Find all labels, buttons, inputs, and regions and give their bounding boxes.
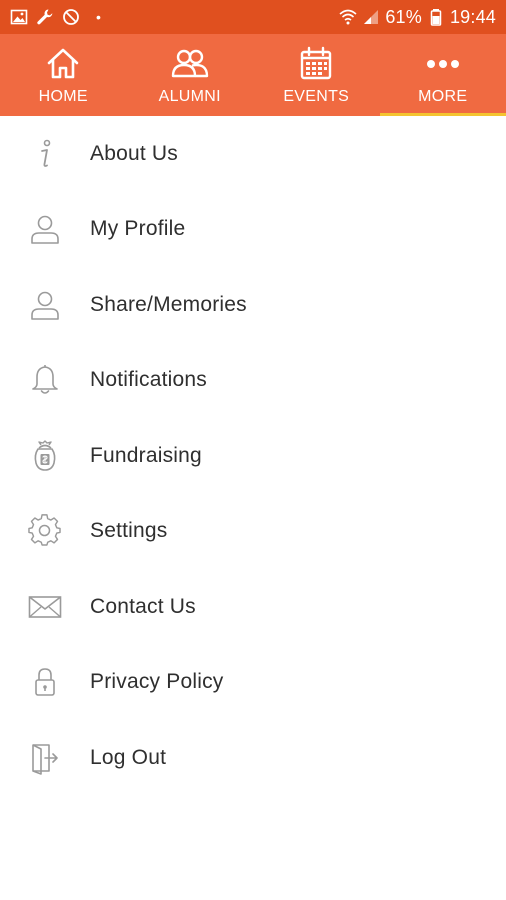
status-bar-right: 61% 19:44 <box>339 7 496 28</box>
signal-icon <box>362 8 380 26</box>
menu-item-settings[interactable]: Settings <box>0 494 506 570</box>
menu-label-notifications: Notifications <box>90 368 207 392</box>
gear-icon <box>0 494 90 570</box>
status-bar-left: • <box>10 8 101 26</box>
wifi-icon <box>339 8 357 26</box>
home-icon <box>43 44 83 84</box>
clock: 19:44 <box>449 6 496 27</box>
tab-home-label: HOME <box>38 88 88 105</box>
menu-label-share-memories: Share/Memories <box>90 292 247 316</box>
tab-events-label: EVENTS <box>283 88 350 105</box>
calendar-icon <box>296 44 336 84</box>
no-disturb-icon <box>62 8 80 26</box>
tab-more[interactable]: MORE <box>379 34 506 116</box>
fundraising-icon <box>0 418 90 494</box>
menu-label-about-us: About Us <box>90 141 178 165</box>
tab-alumni[interactable]: ALUMNI <box>127 34 254 116</box>
wrench-icon <box>36 8 54 26</box>
alumni-icon <box>170 44 210 84</box>
menu-label-contact-us: Contact Us <box>90 594 196 618</box>
menu-label-my-profile: My Profile <box>90 217 186 241</box>
menu-label-settings: Settings <box>90 519 168 543</box>
menu-item-privacy-policy[interactable]: Privacy Policy <box>0 645 506 721</box>
menu-item-my-profile[interactable]: My Profile <box>0 192 506 268</box>
info-icon <box>0 116 90 192</box>
more-menu-list: About Us My Profile Share/Memories Notif… <box>0 116 506 796</box>
tab-events[interactable]: EVENTS <box>253 34 380 116</box>
tab-home[interactable]: HOME <box>0 34 127 116</box>
battery-icon <box>427 8 445 26</box>
lock-icon <box>0 645 90 721</box>
status-bar: • 61% 19:44 <box>0 0 506 34</box>
menu-item-notifications[interactable]: Notifications <box>0 343 506 419</box>
memories-icon <box>0 267 90 343</box>
menu-item-contact-us[interactable]: Contact Us <box>0 569 506 645</box>
notification-dot: • <box>96 9 101 25</box>
menu-item-log-out[interactable]: Log Out <box>0 720 506 796</box>
envelope-icon <box>0 569 90 645</box>
menu-label-log-out: Log Out <box>90 745 167 769</box>
menu-label-fundraising: Fundraising <box>90 443 202 467</box>
bell-icon <box>0 343 90 419</box>
top-navigation: HOME ALUMNI EVENTS MORE <box>0 34 506 116</box>
more-icon <box>423 44 463 84</box>
image-icon <box>10 8 28 26</box>
menu-label-privacy-policy: Privacy Policy <box>90 670 224 694</box>
menu-item-about-us[interactable]: About Us <box>0 116 506 192</box>
tab-more-label: MORE <box>418 88 468 105</box>
profile-icon <box>0 192 90 268</box>
menu-item-fundraising[interactable]: Fundraising <box>0 418 506 494</box>
logout-icon <box>0 720 90 796</box>
tab-alumni-label: ALUMNI <box>158 88 221 105</box>
menu-item-share-memories[interactable]: Share/Memories <box>0 267 506 343</box>
battery-percent: 61% <box>385 6 422 27</box>
